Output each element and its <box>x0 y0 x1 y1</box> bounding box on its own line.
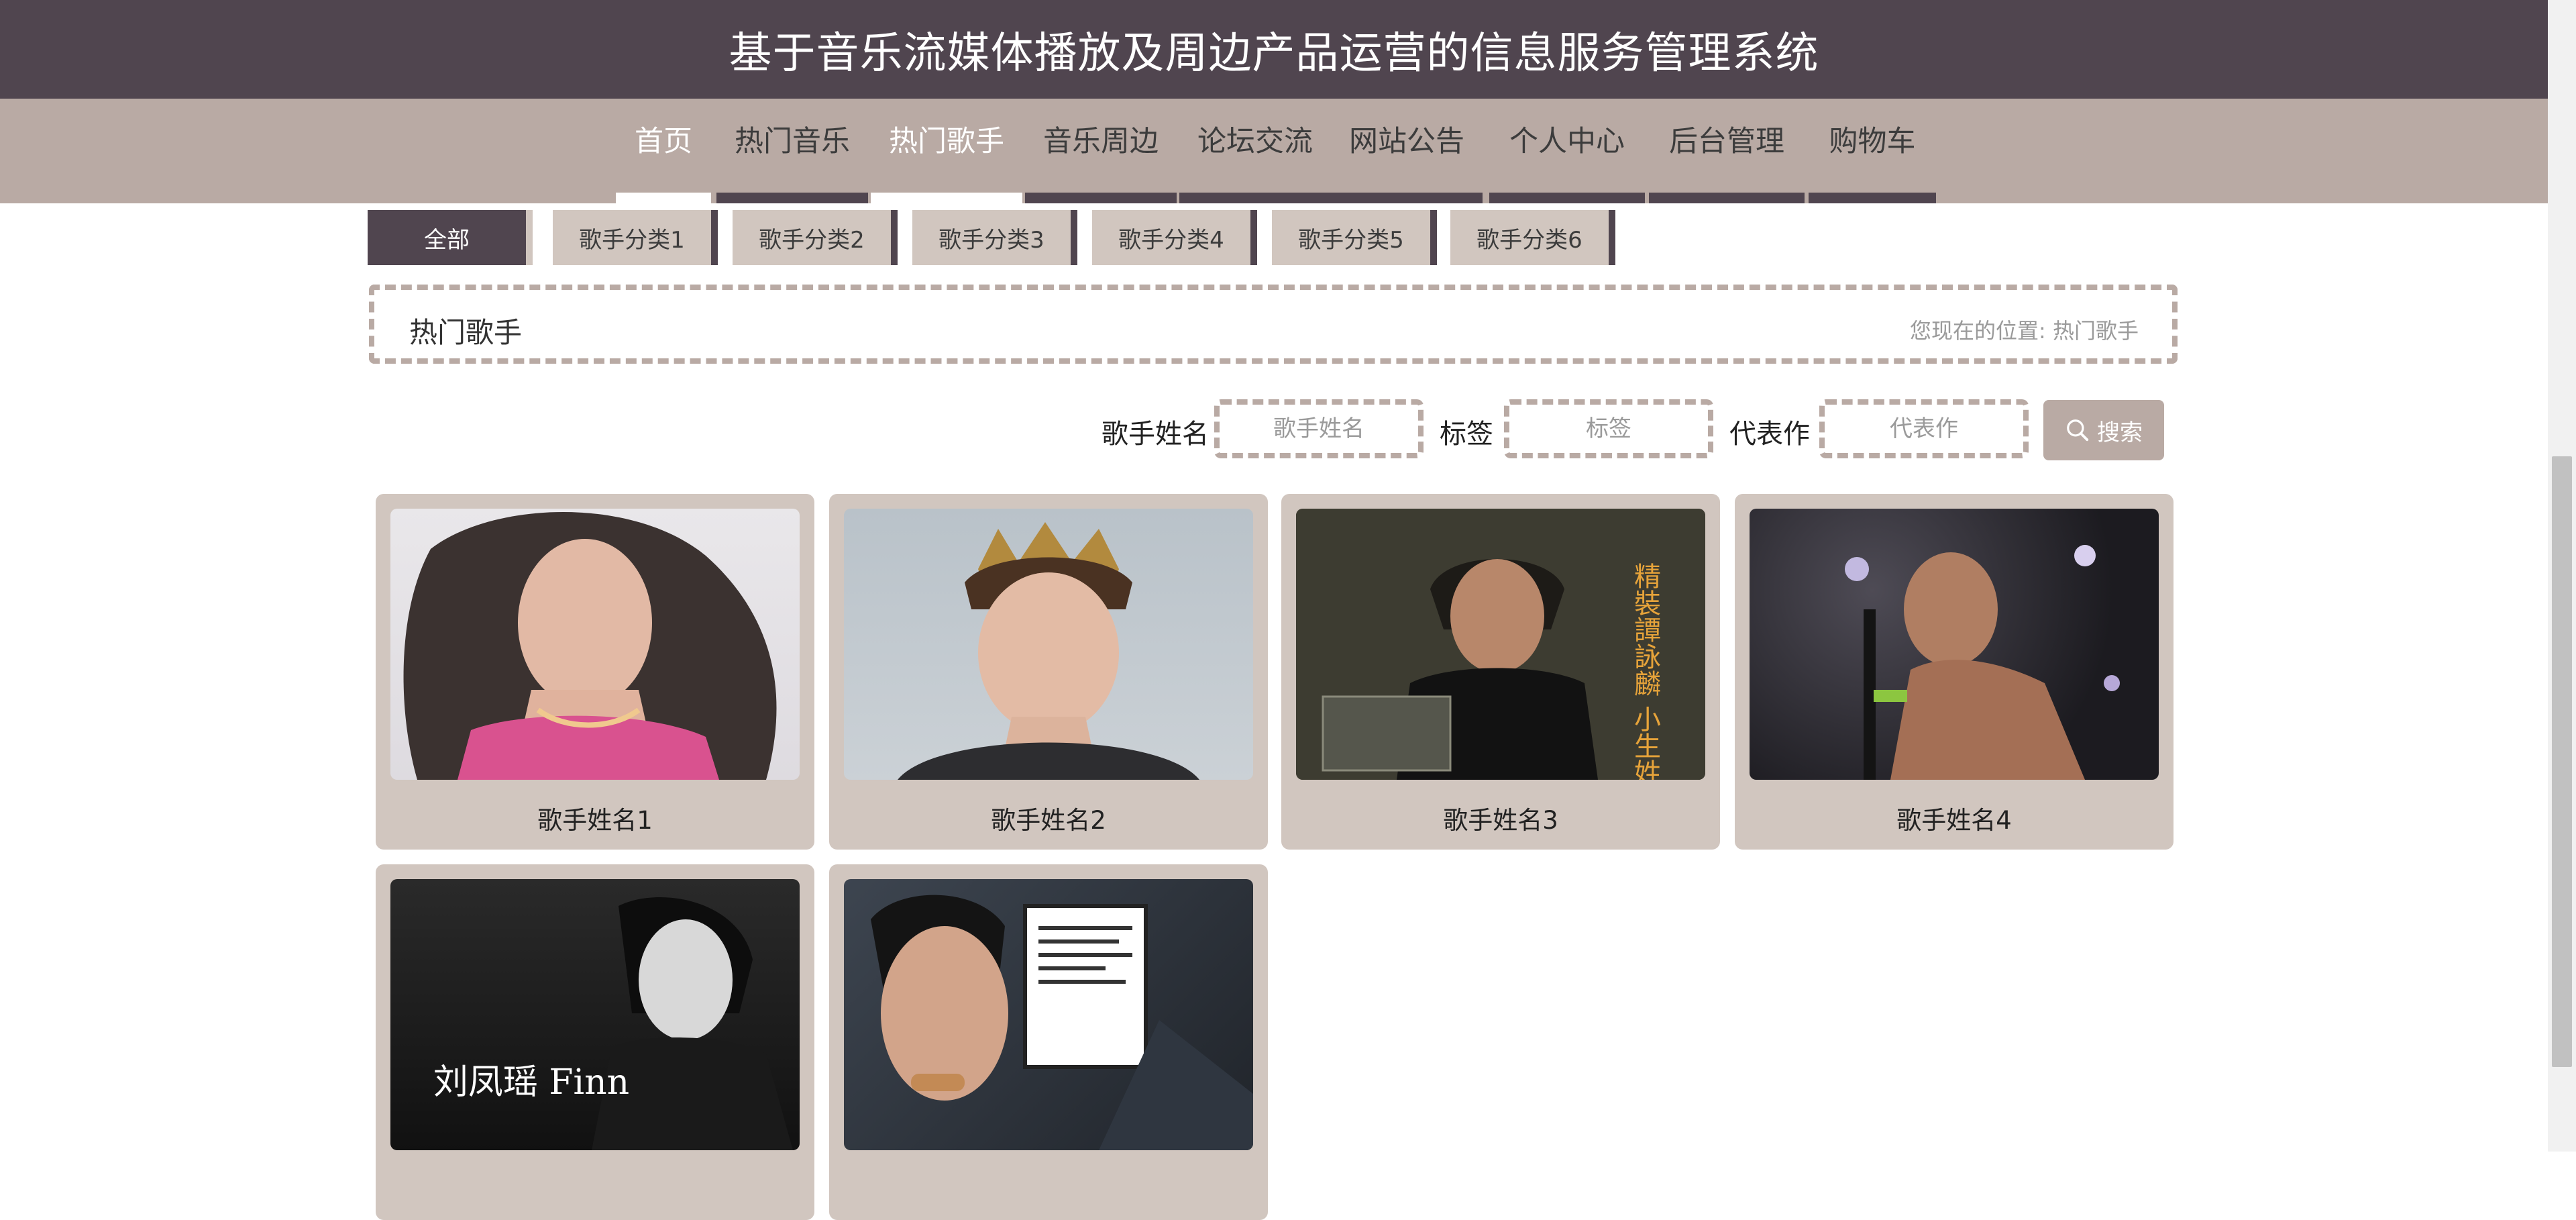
search-icon <box>2067 419 2089 442</box>
search-button[interactable]: 搜索 <box>2043 400 2164 460</box>
album-cover-text: 精裝譚詠麟 小生姓譚 <box>1629 562 1660 780</box>
singer-card[interactable]: 歌手姓名2 <box>829 494 1268 850</box>
page-title: 热门歌手 <box>409 316 523 349</box>
nav-item-label: 网站公告 <box>1349 125 1464 158</box>
nav-item-label: 论坛交流 <box>1197 125 1313 158</box>
nav-item-label: 热门歌手 <box>889 125 1004 158</box>
nav-underline <box>1025 193 1177 203</box>
singer-card[interactable]: 刘凤瑶 Finn <box>376 864 814 1220</box>
location-text: 您现在的位置: 热门歌手 <box>1910 314 2139 345</box>
singer-card[interactable] <box>829 864 1268 1220</box>
category-tab-5[interactable]: 歌手分类5 <box>1272 210 1437 265</box>
singer-name[interactable]: 歌手姓名1 <box>376 800 814 836</box>
nav-item-hot-music[interactable]: 热门音乐 <box>716 99 868 203</box>
nav-item-merch[interactable]: 音乐周边 <box>1025 99 1177 203</box>
nav-item-label: 后台管理 <box>1669 125 1784 158</box>
nav-item-label: 热门音乐 <box>735 125 850 158</box>
category-tab-3[interactable]: 歌手分类3 <box>912 210 1077 265</box>
nav-underline <box>616 193 711 203</box>
singer-card[interactable]: 精裝譚詠麟 小生姓譚 歌手姓名3 <box>1281 494 1720 850</box>
album-cover-text: 刘凤瑶 Finn <box>433 1062 629 1103</box>
nav-underline <box>1489 193 1645 203</box>
nav-underline <box>1649 193 1805 203</box>
masterpiece-input[interactable] <box>1825 415 2023 443</box>
nav-item-home[interactable]: 首页 <box>616 99 711 203</box>
nav-underline <box>716 193 868 203</box>
singer-name[interactable]: 歌手姓名4 <box>1735 800 2174 836</box>
singer-photo[interactable]: 刘凤瑶 Finn <box>390 879 800 1150</box>
nav-item-label: 购物车 <box>1829 125 1916 158</box>
nav-item-forum[interactable]: 论坛交流 <box>1179 99 1331 203</box>
nav-underline <box>1809 193 1936 203</box>
masterpiece-label: 代表作 <box>1729 419 1810 450</box>
nav-item-profile[interactable]: 个人中心 <box>1489 99 1645 203</box>
singer-photo[interactable] <box>844 879 1253 1150</box>
singer-photo[interactable] <box>844 509 1253 780</box>
category-tab-2[interactable]: 歌手分类2 <box>733 210 898 265</box>
singer-name-input[interactable] <box>1220 415 1418 443</box>
singer-photo[interactable]: 精裝譚詠麟 小生姓譚 <box>1296 509 1705 780</box>
nav-item-label: 个人中心 <box>1509 125 1625 158</box>
singer-card[interactable]: 歌手姓名4 <box>1735 494 2174 850</box>
category-tab-all[interactable]: 全部 <box>368 210 533 265</box>
singer-card[interactable]: 歌手姓名1 <box>376 494 814 850</box>
singer-photo[interactable] <box>390 509 800 780</box>
masterpiece-field[interactable] <box>1819 399 2029 458</box>
search-button-label: 搜索 <box>2097 419 2143 446</box>
singer-name[interactable]: 歌手姓名3 <box>1281 800 1720 836</box>
location-current[interactable]: 热门歌手 <box>2053 318 2139 344</box>
nav-underline <box>871 193 1022 203</box>
nav-item-notice[interactable]: 网站公告 <box>1331 99 1483 203</box>
location-prefix: 您现在的位置: <box>1910 318 2046 344</box>
tag-input[interactable] <box>1509 415 1708 443</box>
nav-item-hot-singers[interactable]: 热门歌手 <box>871 99 1022 203</box>
site-title: 基于音乐流媒体播放及周边产品运营的信息服务管理系统 <box>729 28 1819 79</box>
breadcrumb: 热门歌手 您现在的位置: 热门歌手 <box>369 285 2178 364</box>
singer-name-field[interactable] <box>1214 399 1424 458</box>
nav-underline <box>1331 193 1483 203</box>
tag-field[interactable] <box>1504 399 1713 458</box>
category-tab-6[interactable]: 歌手分类6 <box>1450 210 1615 265</box>
page-scrollbar-thumb[interactable] <box>2552 456 2572 1067</box>
nav-item-label: 首页 <box>635 125 692 158</box>
nav-underline <box>1179 193 1331 203</box>
nav-item-admin[interactable]: 后台管理 <box>1649 99 1805 203</box>
singer-photo[interactable] <box>1750 509 2159 780</box>
site-header: 基于音乐流媒体播放及周边产品运营的信息服务管理系统 <box>0 0 2548 99</box>
nav-item-label: 音乐周边 <box>1043 125 1159 158</box>
singer-name[interactable]: 歌手姓名2 <box>829 800 1268 836</box>
main-nav: 首页 热门音乐 热门歌手 音乐周边 论坛交流 网站公告 个人中心 后台管理 购物… <box>0 99 2548 203</box>
tag-label: 标签 <box>1440 419 1493 450</box>
singer-name-label: 歌手姓名 <box>1102 419 1209 450</box>
category-tab-4[interactable]: 歌手分类4 <box>1092 210 1257 265</box>
category-tab-1[interactable]: 歌手分类1 <box>553 210 718 265</box>
nav-item-cart[interactable]: 购物车 <box>1809 99 1936 203</box>
